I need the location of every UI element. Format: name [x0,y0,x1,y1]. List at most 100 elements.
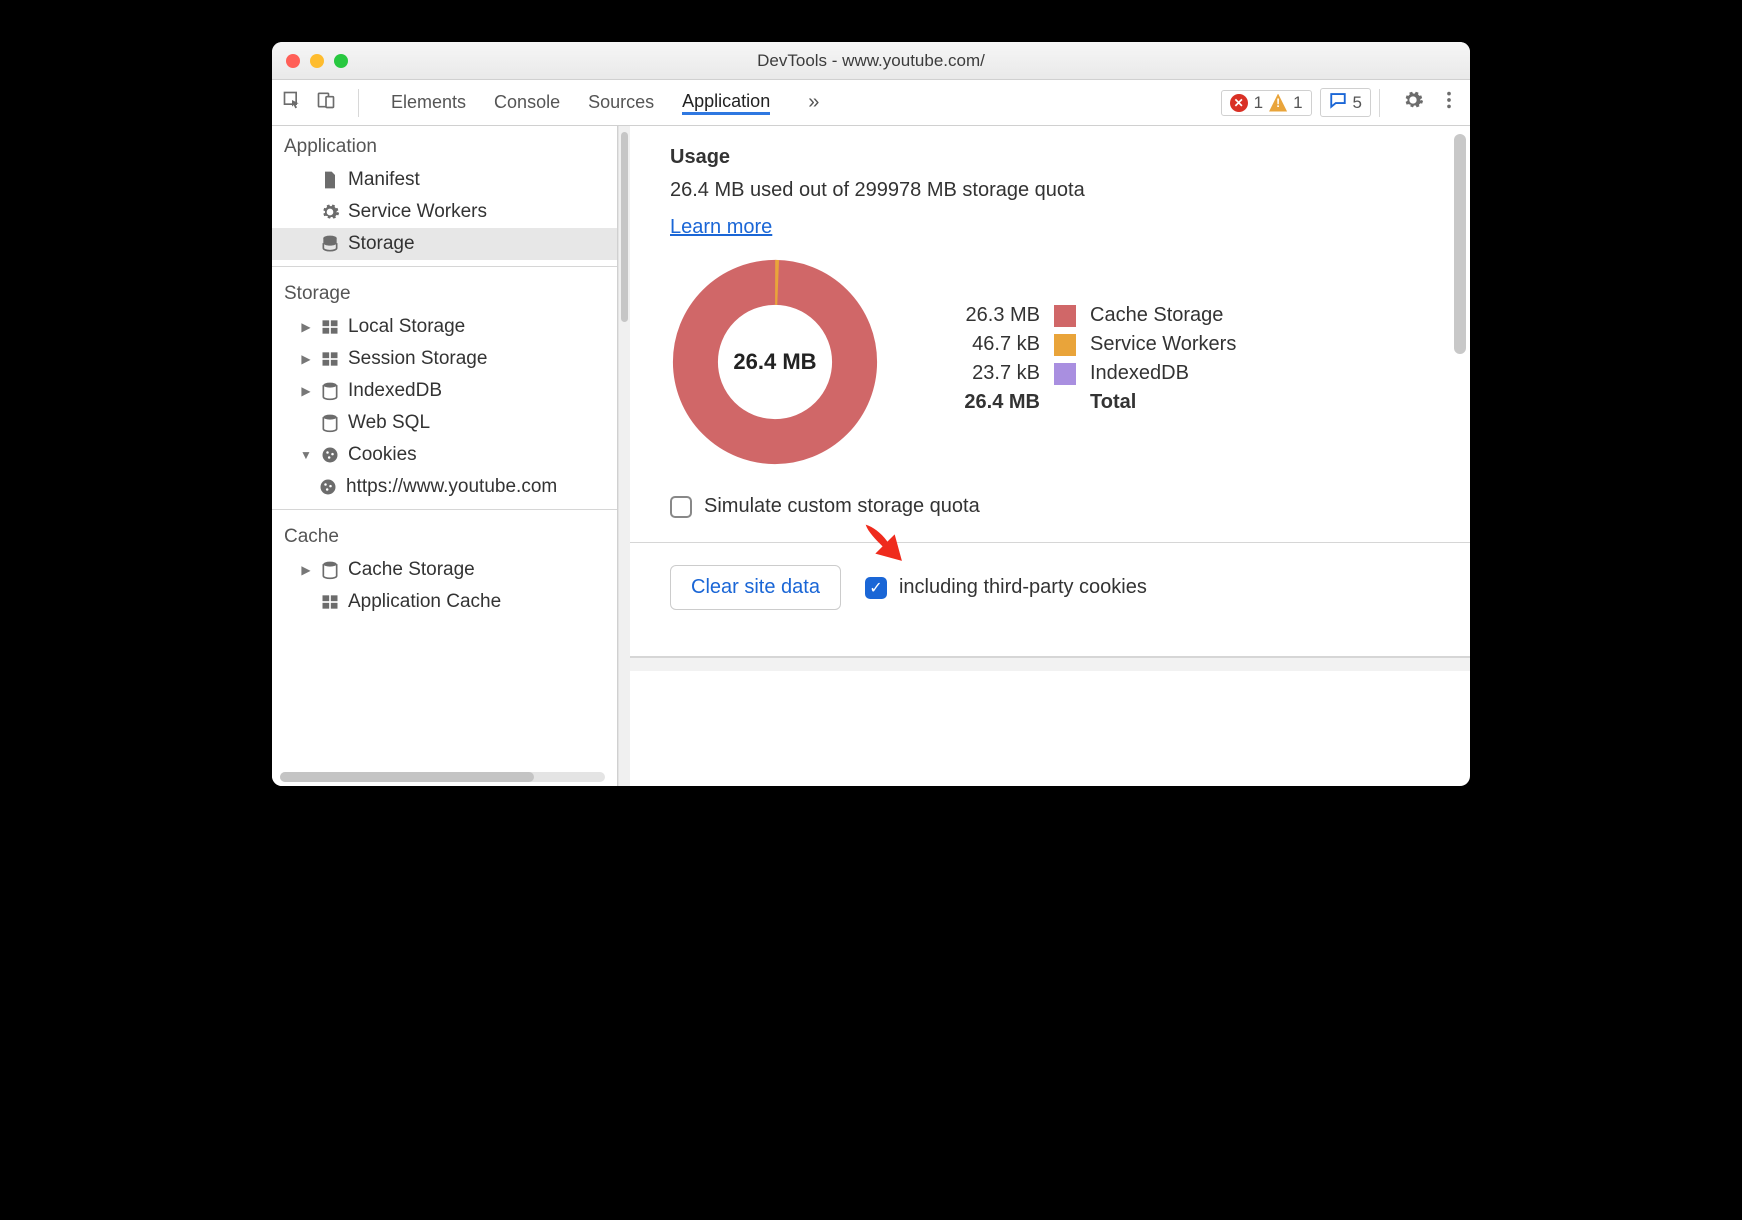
main-vertical-scrollbar[interactable] [1454,134,1466,354]
sidebar-item-cache-storage[interactable]: ▶ Cache Storage [272,554,617,586]
devtools-toolbar: Elements Console Sources Application » ✕… [272,80,1470,126]
console-status-errors-warnings[interactable]: ✕ 1 ! 1 [1221,90,1312,116]
application-sidebar: Application Manifest Service Workers Sto… [272,126,618,786]
tab-application[interactable]: Application [682,91,770,115]
legend-size: 26.3 MB [940,304,1040,327]
legend-name: IndexedDB [1090,362,1189,385]
message-icon [1329,91,1347,114]
third-party-cookies-checkbox[interactable]: ✓ [865,577,887,599]
inspect-element-icon[interactable] [282,90,302,115]
sidebar-horizontal-scrollbar[interactable] [280,772,605,782]
settings-icon[interactable] [1402,89,1424,116]
sidebar-item-label: Cookies [348,444,417,466]
legend-total-size: 26.4 MB [940,391,1040,414]
expand-icon[interactable]: ▶ [300,352,312,366]
more-options-icon[interactable] [1438,89,1460,116]
database-icon [320,234,340,254]
file-icon [320,170,340,190]
sidebar-item-websql[interactable]: Web SQL [272,407,617,439]
expand-icon[interactable]: ▶ [300,320,312,334]
simulate-quota-checkbox[interactable] [670,496,692,518]
simulate-quota-row: Simulate custom storage quota [670,495,1430,518]
database-icon [320,381,340,401]
errors-count: 1 [1254,93,1263,113]
collapse-icon[interactable]: ▼ [300,448,312,462]
drawer-divider[interactable] [630,657,1470,671]
learn-more-link[interactable]: Learn more [670,216,772,239]
window-titlebar: DevTools - www.youtube.com/ [272,42,1470,80]
sidebar-item-storage[interactable]: Storage [272,228,617,260]
sidebar-item-label: Storage [348,233,415,255]
tab-console[interactable]: Console [494,92,560,113]
third-party-cookies-option: ✓ including third-party cookies [865,576,1147,599]
sidebar-vertical-scrollbar[interactable] [618,126,630,786]
expand-icon[interactable]: ▶ [300,384,312,398]
window-title: DevTools - www.youtube.com/ [272,51,1470,71]
clear-site-data-button[interactable]: Clear site data [670,565,841,610]
database-icon [320,413,340,433]
sidebar-item-cookie-origin[interactable]: https://www.youtube.com [272,471,617,503]
panel-tabs: Elements Console Sources Application » [391,91,819,115]
database-icon [320,560,340,580]
legend-name: Service Workers [1090,333,1236,356]
sidebar-item-label: Manifest [348,169,420,191]
usage-chart-row: 26.4 MB 26.3 MB Cache Storage 46.7 kB Se… [670,257,1430,467]
sidebar-item-cookies[interactable]: ▼ Cookies [272,439,617,471]
donut-center-label: 26.4 MB [670,257,880,467]
sidebar-item-service-workers[interactable]: Service Workers [272,196,617,228]
cookie-icon [320,445,340,465]
grid-icon [320,317,340,337]
warnings-count: 1 [1293,93,1302,113]
device-toolbar-icon[interactable] [316,90,336,115]
tab-elements[interactable]: Elements [391,92,466,113]
sidebar-item-label: Local Storage [348,316,465,338]
sidebar-item-local-storage[interactable]: ▶ Local Storage [272,311,617,343]
legend-swatch-empty [1054,392,1076,414]
devtools-window: DevTools - www.youtube.com/ Elements Con… [272,42,1470,786]
sidebar-section-application: Application [272,126,617,164]
tab-sources[interactable]: Sources [588,92,654,113]
sidebar-item-label: IndexedDB [348,380,442,402]
usage-donut-chart: 26.4 MB [670,257,880,467]
cookie-icon [318,477,338,497]
legend-swatch [1054,305,1076,327]
legend-swatch [1054,334,1076,356]
legend-swatch [1054,363,1076,385]
legend-total-row: 26.4 MB Total [940,391,1236,414]
legend-row: 23.7 kB IndexedDB [940,362,1236,385]
legend-row: 26.3 MB Cache Storage [940,304,1236,327]
sidebar-item-indexeddb[interactable]: ▶ IndexedDB [272,375,617,407]
gear-icon [320,202,340,222]
usage-text: 26.4 MB used out of 299978 MB storage qu… [670,179,1430,202]
expand-icon[interactable]: ▶ [300,563,312,577]
annotation-arrow-icon [856,515,914,578]
legend-total-name: Total [1090,391,1136,414]
sidebar-item-label: Web SQL [348,412,430,434]
sidebar-divider [272,266,617,267]
sidebar-item-application-cache[interactable]: Application Cache [272,586,617,618]
clear-site-data-row: Clear site data ✓ including third-party … [630,543,1470,632]
toolbar-separator [358,89,359,117]
more-tabs-icon[interactable]: » [808,91,819,114]
usage-legend: 26.3 MB Cache Storage 46.7 kB Service Wo… [940,304,1236,420]
simulate-quota-label: Simulate custom storage quota [704,495,980,518]
sidebar-divider [272,509,617,510]
sidebar-item-label: Service Workers [348,201,487,223]
grid-icon [320,349,340,369]
panel-body: Application Manifest Service Workers Sto… [272,126,1470,786]
third-party-cookies-label: including third-party cookies [899,576,1147,599]
storage-panel: Usage 26.4 MB used out of 299978 MB stor… [630,126,1470,786]
grid-icon [320,592,340,612]
sidebar-item-session-storage[interactable]: ▶ Session Storage [272,343,617,375]
sidebar-item-label: Session Storage [348,348,487,370]
error-icon: ✕ [1230,94,1248,112]
legend-size: 46.7 kB [940,333,1040,356]
sidebar-item-manifest[interactable]: Manifest [272,164,617,196]
sidebar-section-storage: Storage [272,273,617,311]
sidebar-section-cache: Cache [272,516,617,554]
sidebar-item-label: Application Cache [348,591,501,613]
sidebar-item-label: Cache Storage [348,559,475,581]
warning-icon: ! [1269,94,1287,112]
console-status-messages[interactable]: 5 [1320,88,1371,117]
sidebar-item-label: https://www.youtube.com [346,476,557,498]
